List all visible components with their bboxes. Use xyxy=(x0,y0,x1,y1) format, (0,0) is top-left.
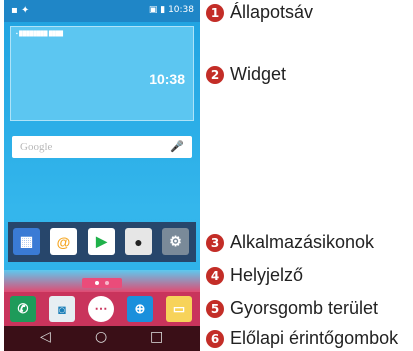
contacts-app-icon[interactable]: ◙ xyxy=(49,296,75,322)
calendar-app-icon[interactable]: ▦ xyxy=(13,228,40,255)
callout-number: 5 xyxy=(206,299,224,318)
widget-time: 10:38 xyxy=(149,71,185,87)
google-search-bar[interactable]: Google 🎤 xyxy=(12,136,192,158)
widget-caption: ▪ ████████ ████ xyxy=(16,31,64,37)
status-bar[interactable]: ▪ ✦ ▣ ▮ 10:38 xyxy=(4,0,200,22)
app-icons-row: ▦ @ ▶ ● ⚙ xyxy=(8,222,196,262)
callout-widget: 2 Widget xyxy=(206,64,286,85)
callout-number: 3 xyxy=(206,233,224,252)
home-icon[interactable]: ○ xyxy=(95,329,107,345)
page-dot-active xyxy=(95,281,99,285)
callout-text: Helyjelző xyxy=(230,265,304,285)
status-clock: ▣ ▮ 10:38 xyxy=(149,5,194,15)
camera-app-icon[interactable]: ● xyxy=(125,228,152,255)
callout-text: Widget xyxy=(230,64,287,84)
phone-app-icon[interactable]: ✆ xyxy=(10,296,36,322)
callout-text: Gyorsgomb terület xyxy=(230,298,379,318)
callout-number: 4 xyxy=(206,266,224,285)
signal-battery-icon: ▣ ▮ xyxy=(148,5,166,15)
status-time: 10:38 xyxy=(168,5,194,15)
phone-screen: ▪ ✦ ▣ ▮ 10:38 ▪ ████████ ████ 10:38 Goog… xyxy=(4,0,200,351)
callout-app-icons: 3 Alkalmazásikonok xyxy=(206,232,374,253)
play-store-app-icon[interactable]: ▶ xyxy=(88,228,115,255)
browser-app-icon[interactable]: ⊕ xyxy=(127,296,153,322)
callout-text: Előlapi érintőgombok xyxy=(230,328,399,348)
callout-front-touch-buttons: 6 Előlapi érintőgombok xyxy=(206,328,398,349)
callout-text: Alkalmazásikonok xyxy=(230,232,375,252)
front-touch-buttons: ◁ ○ □ xyxy=(4,326,200,351)
messages-app-icon[interactable]: ▭ xyxy=(166,296,192,322)
page-indicator[interactable] xyxy=(82,278,122,288)
callout-number: 1 xyxy=(206,3,224,22)
quick-button-area: ✆ ◙ ⋯ ⊕ ▭ xyxy=(4,292,200,326)
callout-status-bar: 1 Állapotsáv xyxy=(206,2,313,23)
callout-number: 6 xyxy=(206,329,224,348)
callout-page-indicator: 4 Helyjelző xyxy=(206,265,303,286)
callout-text: Állapotsáv xyxy=(230,2,314,22)
clock-widget[interactable]: ▪ ████████ ████ 10:38 xyxy=(10,26,194,121)
mic-icon[interactable]: 🎤 xyxy=(170,140,184,153)
app-drawer-icon[interactable]: ⋯ xyxy=(88,296,114,322)
recent-apps-icon[interactable]: □ xyxy=(150,329,163,345)
callout-number: 2 xyxy=(206,65,224,84)
search-placeholder: Google xyxy=(20,141,53,153)
back-icon[interactable]: ◁ xyxy=(40,329,51,345)
notification-icons: ▪ ✦ xyxy=(11,5,30,16)
page-dot xyxy=(105,281,109,285)
settings-app-icon[interactable]: ⚙ xyxy=(162,228,189,255)
callout-quick-buttons: 5 Gyorsgomb terület xyxy=(206,298,378,319)
email-app-icon[interactable]: @ xyxy=(50,228,77,255)
